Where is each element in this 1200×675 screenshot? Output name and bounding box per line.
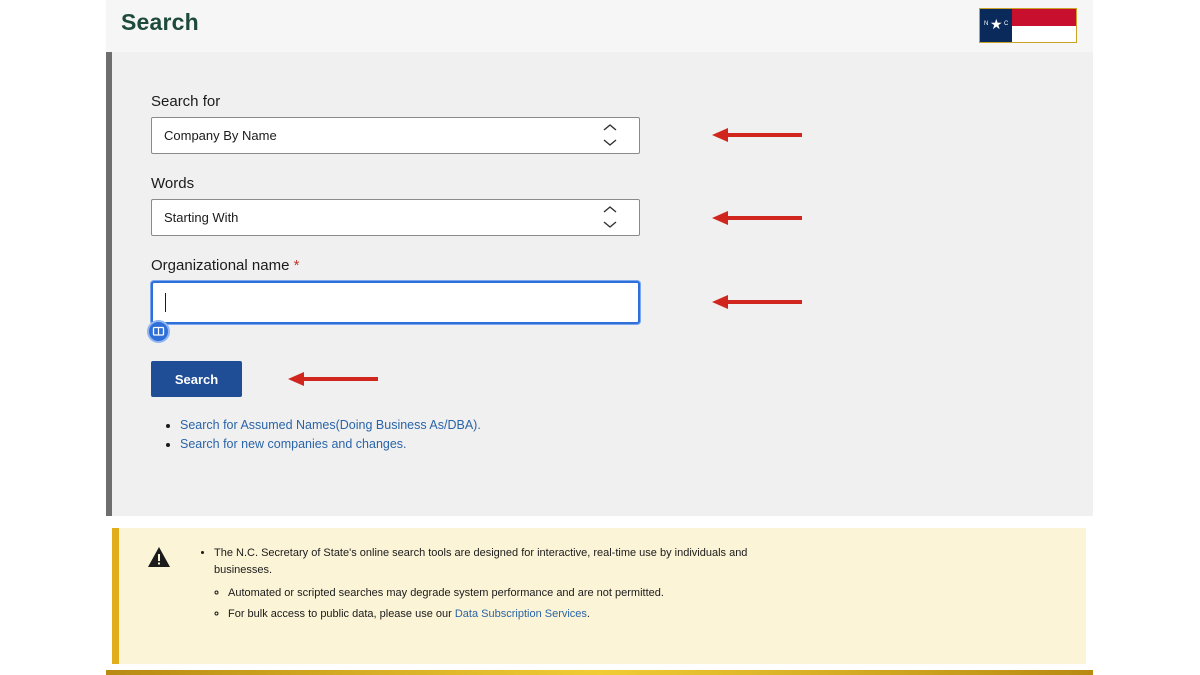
book-icon — [152, 326, 165, 336]
org-name-label-text: Organizational name — [151, 257, 290, 274]
data-subscription-link[interactable]: Data Subscription Services — [455, 608, 587, 620]
page-title: Search — [121, 9, 199, 35]
words-value: Starting With — [164, 210, 239, 225]
arrow-annotation — [712, 128, 802, 142]
updown-icon — [603, 124, 617, 146]
page: Search N ★ C Search for Company By Name … — [106, 0, 1093, 675]
notice-list: The N.C. Secretary of State's online sea… — [199, 545, 774, 627]
search-button[interactable]: Search — [151, 361, 242, 397]
arrow-annotation — [712, 211, 802, 225]
list-item: Search for new companies and changes. — [180, 437, 481, 451]
new-companies-link[interactable]: Search for new companies and changes. — [180, 437, 407, 451]
search-links: Search for Assumed Names(Doing Business … — [166, 418, 481, 456]
usage-notice: The N.C. Secretary of State's online sea… — [112, 528, 1086, 664]
nc-flag-logo: N ★ C — [979, 8, 1077, 43]
text-caret — [165, 293, 166, 312]
notice-bulk-post: . — [586, 608, 590, 620]
bottom-gold-bar — [106, 670, 1093, 675]
org-name-input[interactable] — [151, 281, 640, 324]
helper-icon[interactable] — [147, 320, 170, 343]
updown-icon — [603, 206, 617, 228]
search-for-label: Search for — [151, 93, 221, 110]
words-select[interactable]: Starting With — [151, 199, 640, 236]
notice-bulk-text: For bulk access to public data, please u… — [228, 608, 455, 620]
words-label: Words — [151, 175, 195, 192]
list-item: Automated or scripted searches may degra… — [228, 585, 774, 602]
org-name-label: Organizational name * — [151, 257, 299, 274]
search-for-value: Company By Name — [164, 128, 277, 143]
search-for-select[interactable]: Company By Name — [151, 117, 640, 154]
list-item: Search for Assumed Names(Doing Business … — [180, 418, 481, 432]
arrow-annotation — [712, 295, 802, 309]
list-item: For bulk access to public data, please u… — [228, 606, 774, 623]
search-form: Search for Company By Name Words Startin… — [106, 52, 1093, 516]
header: Search N ★ C — [106, 0, 1093, 52]
notice-sublist: Automated or scripted searches may degra… — [214, 585, 774, 623]
warning-icon — [148, 547, 170, 567]
notice-main-text: The N.C. Secretary of State's online sea… — [214, 547, 748, 576]
notice-automated-text: Automated or scripted searches may degra… — [228, 587, 664, 599]
required-mark: * — [293, 257, 300, 274]
arrow-annotation — [288, 372, 378, 386]
assumed-names-link[interactable]: Search for Assumed Names(Doing Business … — [180, 418, 481, 432]
list-item: The N.C. Secretary of State's online sea… — [214, 545, 774, 623]
